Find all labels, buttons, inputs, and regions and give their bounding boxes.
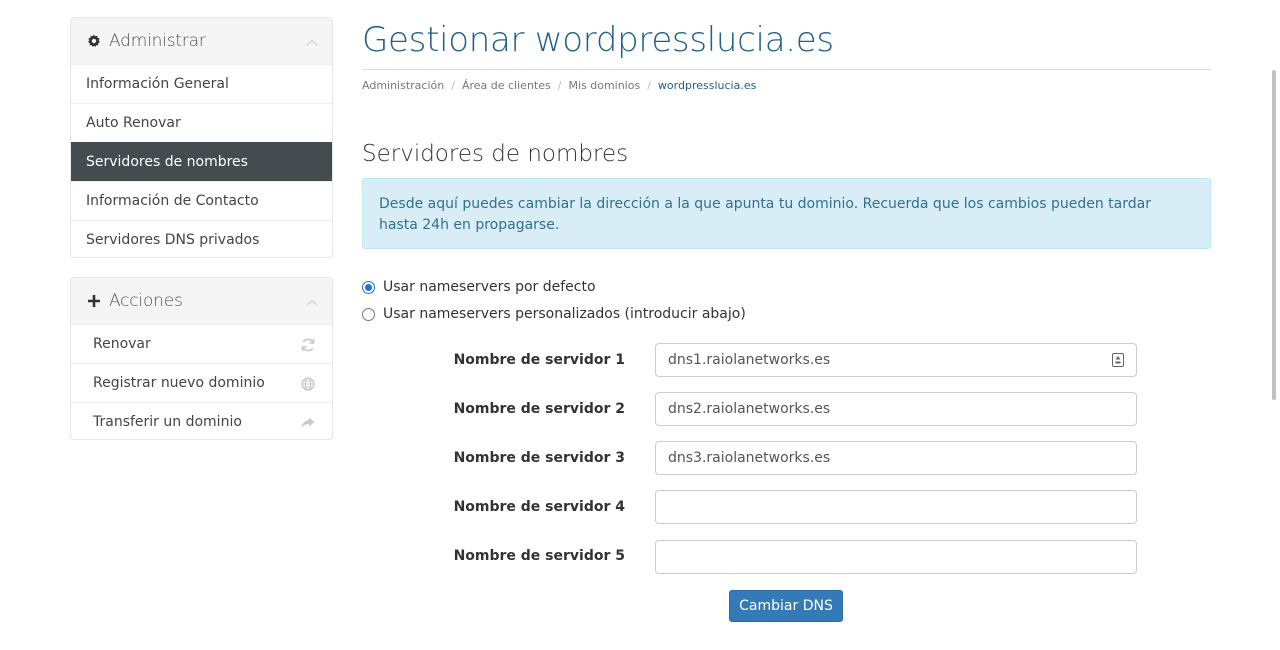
info-alert: Desde aquí puedes cambiar la dirección a…	[362, 178, 1211, 249]
action-transferir-un-dominio[interactable]: Transferir un dominio	[71, 402, 332, 439]
action-registrar-nuevo-dominio[interactable]: Registrar nuevo dominio	[71, 363, 332, 402]
gear-icon	[87, 34, 101, 48]
autofill-icon[interactable]	[1112, 352, 1124, 367]
refresh-icon	[300, 337, 316, 353]
radio-default[interactable]	[362, 280, 375, 294]
actions-panel: Acciones Renovar Registrar nuevo dominio…	[70, 277, 333, 440]
change-dns-button[interactable]: Cambiar DNS	[729, 590, 843, 622]
breadcrumb-item[interactable]: Área de clientes	[462, 79, 551, 92]
admin-panel: Administrar Información General Auto Ren…	[70, 17, 333, 258]
sidebar-item-informacion-general[interactable]: Información General	[71, 64, 332, 103]
action-renovar[interactable]: Renovar	[71, 324, 332, 363]
sidebar-item-informacion-de-contacto[interactable]: Información de Contacto	[71, 181, 332, 220]
sidebar-item-label: Servidores de nombres	[86, 154, 248, 170]
share-arrow-icon	[300, 415, 316, 431]
sidebar-item-label: Servidores DNS privados	[86, 232, 260, 248]
breadcrumb-item[interactable]: Administración	[362, 79, 444, 92]
globe-icon	[300, 376, 316, 392]
chevron-up-icon[interactable]	[306, 34, 318, 46]
sidebar-item-label: Información General	[86, 76, 229, 92]
ns5-field[interactable]	[655, 540, 1137, 574]
breadcrumb: Administración / Área de clientes / Mis …	[362, 79, 756, 92]
sidebar-item-servidores-dns-privados[interactable]: Servidores DNS privados	[71, 220, 332, 257]
sidebar-item-label: Información de Contacto	[86, 193, 259, 209]
admin-panel-title: Administrar	[109, 31, 206, 51]
ns1-field[interactable]	[655, 343, 1137, 377]
action-label: Renovar	[93, 336, 151, 352]
breadcrumb-separator: /	[451, 79, 455, 92]
page-scrollbar[interactable]	[1272, 70, 1276, 400]
breadcrumb-separator: /	[557, 79, 562, 92]
ns2-field[interactable]	[655, 392, 1137, 426]
title-divider	[362, 69, 1211, 70]
option-default-nameservers[interactable]: Usar nameservers por defecto	[362, 279, 596, 295]
sidebar-item-auto-renovar[interactable]: Auto Renovar	[71, 103, 332, 142]
radio-default-label: Usar nameservers por defecto	[383, 279, 596, 295]
ns5-label: Nombre de servidor 5	[453, 548, 625, 564]
plus-icon	[87, 294, 101, 308]
sidebar-item-servidores-de-nombres[interactable]: Servidores de nombres	[71, 142, 332, 181]
actions-panel-title: Acciones	[109, 291, 183, 311]
admin-panel-header[interactable]: Administrar	[71, 18, 332, 64]
breadcrumb-current: wordpresslucia.es	[657, 79, 757, 92]
radio-custom[interactable]	[362, 307, 375, 321]
radio-custom-label: Usar nameservers personalizados (introdu…	[383, 306, 746, 322]
ns1-label: Nombre de servidor 1	[453, 352, 625, 368]
page-title: Gestionar wordpresslucia.es	[362, 20, 834, 60]
ns4-label: Nombre de servidor 4	[453, 499, 625, 515]
ns2-label: Nombre de servidor 2	[453, 401, 625, 417]
chevron-up-icon[interactable]	[306, 294, 318, 306]
action-label: Transferir un dominio	[93, 414, 242, 430]
ns4-field[interactable]	[655, 490, 1137, 524]
ns3-field[interactable]	[655, 441, 1137, 475]
action-label: Registrar nuevo dominio	[93, 375, 265, 391]
actions-panel-header[interactable]: Acciones	[71, 278, 332, 324]
sidebar-item-label: Auto Renovar	[86, 115, 181, 131]
ns3-label: Nombre de servidor 3	[453, 450, 625, 466]
breadcrumb-item[interactable]: Mis dominios	[568, 79, 640, 92]
breadcrumb-separator: /	[647, 79, 651, 92]
option-custom-nameservers[interactable]: Usar nameservers personalizados (introdu…	[362, 306, 746, 322]
section-title: Servidores de nombres	[362, 141, 629, 167]
